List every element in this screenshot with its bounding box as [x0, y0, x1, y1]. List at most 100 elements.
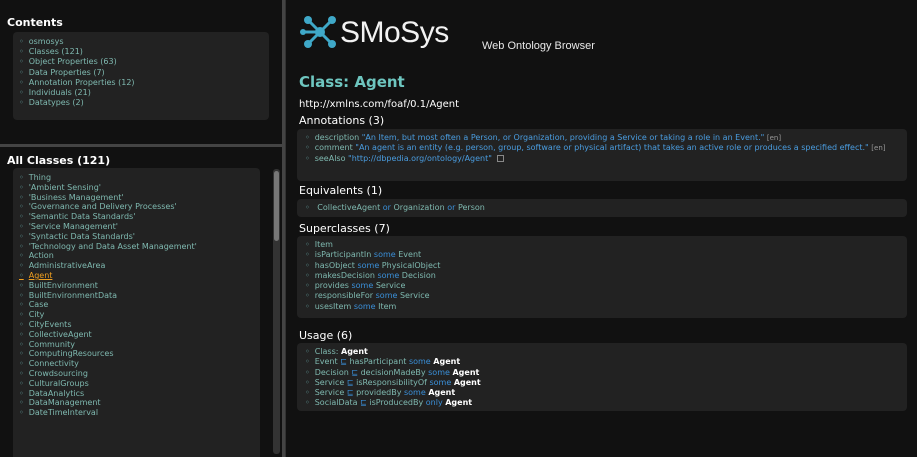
- usage-heading: Usage (6): [299, 329, 353, 342]
- class-list-item[interactable]: 'Governance and Delivery Processes': [19, 202, 254, 212]
- class-link[interactable]: Event: [315, 357, 338, 366]
- annotation-row: description "An Item, but most often a P…: [305, 133, 899, 143]
- keyword: or: [382, 203, 391, 212]
- class-link[interactable]: Service: [315, 388, 345, 397]
- class-list-item[interactable]: Crowdsourcing: [19, 369, 254, 379]
- main-panel: SMoSys Web Ontology Browser Class: Agent…: [285, 0, 917, 457]
- contents-item[interactable]: Classes (121): [19, 47, 263, 57]
- superclass-row: usesItem some Item: [305, 302, 899, 312]
- contents-list-box: osmosysClasses (121)Object Properties (6…: [13, 32, 269, 120]
- class-list-item[interactable]: DateTimeInterval: [19, 408, 254, 418]
- property-link[interactable]: isProducedBy: [369, 398, 423, 407]
- class-list-item[interactable]: BuiltEnvironment: [19, 281, 254, 291]
- property-link[interactable]: provides: [315, 281, 349, 290]
- subclass-symbol: ⊑: [360, 398, 367, 408]
- superclass-row: isParticipantIn some Event: [305, 250, 899, 260]
- contents-item[interactable]: Object Properties (63): [19, 57, 263, 67]
- property-link[interactable]: usesItem: [315, 302, 352, 311]
- class-list-item[interactable]: Action: [19, 251, 254, 261]
- class-link[interactable]: Event: [398, 250, 421, 259]
- class-list-item[interactable]: 'Technology and Data Asset Management': [19, 242, 254, 252]
- class-list-item[interactable]: City: [19, 310, 254, 320]
- property-link[interactable]: makesDecision: [315, 271, 375, 280]
- keyword: some: [403, 388, 426, 398]
- contents-item[interactable]: Data Properties (7): [19, 68, 263, 78]
- usage-row: Decision ⊑ decisionMadeBy some Agent: [305, 368, 899, 378]
- keyword: or: [447, 203, 456, 212]
- contents-item[interactable]: Individuals (21): [19, 88, 263, 98]
- annotation-property[interactable]: description: [315, 133, 359, 142]
- logo-text[interactable]: SMoSys: [340, 16, 449, 50]
- keyword: some: [357, 260, 380, 270]
- class-list-item[interactable]: ComputingResources: [19, 349, 254, 359]
- class-list-item[interactable]: 'Ambient Sensing': [19, 183, 254, 193]
- class-list-item[interactable]: Community: [19, 340, 254, 350]
- equivalents-list: CollectiveAgent or Organization or Perso…: [305, 203, 899, 213]
- all-classes-list: Thing'Ambient Sensing''Business Manageme…: [19, 173, 254, 418]
- annotation-property[interactable]: seeAlso: [315, 154, 346, 163]
- usage-row: Service ⊑ providedBy some Agent: [305, 388, 899, 398]
- keyword: some: [429, 377, 452, 387]
- class-list-item[interactable]: DataAnalytics: [19, 389, 254, 399]
- annotations-list: description "An Item, but most often a P…: [305, 133, 899, 164]
- annotation-property[interactable]: comment: [315, 143, 353, 152]
- class-list-item[interactable]: CollectiveAgent: [19, 330, 254, 340]
- keyword: some: [377, 270, 400, 280]
- class-list-item[interactable]: 'Semantic Data Standards': [19, 212, 254, 222]
- class-list-item[interactable]: CulturalGroups: [19, 379, 254, 389]
- class-uri: http://xmlns.com/foaf/0.1/Agent: [299, 99, 460, 110]
- smosys-logo-icon: [300, 14, 340, 54]
- property-link[interactable]: hasObject: [315, 261, 355, 270]
- property-link[interactable]: providedBy: [356, 388, 401, 397]
- class-link[interactable]: Service: [400, 291, 430, 300]
- class-list-item[interactable]: DataManagement: [19, 398, 254, 408]
- class-list-item[interactable]: Connectivity: [19, 359, 254, 369]
- class-list-item[interactable]: BuiltEnvironmentData: [19, 291, 254, 301]
- class-link[interactable]: Service: [376, 281, 406, 290]
- current-class: Agent: [445, 398, 473, 408]
- property-link[interactable]: isParticipantIn: [315, 250, 372, 259]
- class-link[interactable]: Class:: [315, 347, 339, 356]
- equivalent-class-link[interactable]: Organization: [394, 203, 445, 212]
- keyword: only: [425, 398, 443, 408]
- class-list-item[interactable]: Agent: [19, 271, 254, 281]
- superclasses-heading: Superclasses (7): [299, 222, 390, 235]
- property-link[interactable]: decisionMadeBy: [361, 368, 426, 377]
- external-link-icon[interactable]: [497, 154, 505, 162]
- subclass-symbol: ⊑: [340, 357, 347, 367]
- superclass-row: hasObject some PhysicalObject: [305, 261, 899, 271]
- property-link[interactable]: responsibleFor: [315, 291, 373, 300]
- contents-item[interactable]: osmosys: [19, 37, 263, 47]
- contents-item[interactable]: Annotation Properties (12): [19, 78, 263, 88]
- class-link[interactable]: Decision: [315, 368, 349, 377]
- class-link[interactable]: Item: [378, 302, 396, 311]
- class-list-item[interactable]: Case: [19, 300, 254, 310]
- app-subtitle: Web Ontology Browser: [482, 40, 595, 52]
- class-link[interactable]: PhysicalObject: [382, 261, 441, 270]
- class-link[interactable]: SocialData: [315, 398, 358, 407]
- subclass-symbol: ⊑: [351, 367, 359, 377]
- equivalent-class-link[interactable]: Person: [458, 203, 485, 212]
- class-link[interactable]: Service: [315, 378, 345, 387]
- property-link[interactable]: Item: [315, 240, 333, 249]
- class-list-item[interactable]: 'Business Management': [19, 193, 254, 203]
- class-list-item[interactable]: Thing: [19, 173, 254, 183]
- contents-item[interactable]: Datatypes (2): [19, 98, 263, 108]
- class-list-item[interactable]: 'Syntactic Data Standards': [19, 232, 254, 242]
- all-classes-panel: All Classes (121) Thing'Ambient Sensing'…: [0, 147, 285, 457]
- class-list-item[interactable]: 'Service Management': [19, 222, 254, 232]
- current-class: Agent: [428, 388, 456, 398]
- class-list-item[interactable]: CityEvents: [19, 320, 254, 330]
- class-list-item[interactable]: AdministrativeArea: [19, 261, 254, 271]
- annotation-value: "An agent is an entity (e.g. person, gro…: [355, 143, 869, 153]
- property-link[interactable]: isResponsibilityOf: [356, 378, 427, 387]
- property-link[interactable]: hasParticipant: [349, 357, 406, 366]
- contents-panel: Contents osmosysClasses (121)Object Prop…: [0, 0, 285, 147]
- list-item: CollectiveAgent or Organization or Perso…: [305, 203, 899, 213]
- classes-scrollbar[interactable]: [273, 169, 280, 454]
- subclass-symbol: ⊑: [346, 377, 354, 387]
- class-link[interactable]: Decision: [402, 271, 436, 280]
- current-class: Agent: [433, 357, 461, 367]
- equivalent-class-link[interactable]: CollectiveAgent: [317, 203, 380, 212]
- classes-scrollbar-thumb[interactable]: [274, 171, 279, 241]
